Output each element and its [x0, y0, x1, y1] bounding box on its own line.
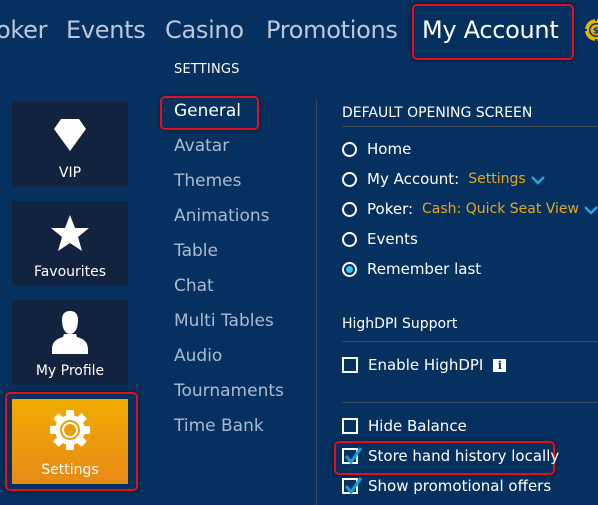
checkbox-show-promotional-offers[interactable]: Show promotional offers	[342, 476, 551, 496]
checkbox-checked[interactable]	[342, 477, 363, 495]
svg-text:$: $	[593, 27, 598, 37]
submenu-avatar[interactable]: Avatar	[174, 135, 229, 157]
checkbox-label: Store hand history locally	[368, 447, 560, 465]
submenu-multi-tables[interactable]: Multi Tables	[174, 310, 274, 332]
tile-label: VIP	[58, 165, 82, 181]
diamond-icon	[52, 116, 88, 156]
submenu-chat[interactable]: Chat	[174, 275, 214, 297]
poker-dropdown-value[interactable]: Cash: Quick Seat View	[422, 201, 579, 217]
radio-button[interactable]	[342, 201, 357, 217]
checkbox-store-hand-history[interactable]: Store hand history locally	[342, 446, 559, 466]
star-icon	[50, 213, 90, 257]
radio-home[interactable]: Home	[342, 139, 411, 159]
section-divider	[342, 341, 598, 342]
checkbox[interactable]	[342, 357, 358, 373]
radio-button-selected[interactable]	[342, 261, 357, 277]
tile-label: Favourites	[33, 264, 107, 280]
checkbox-label: Show promotional offers	[368, 477, 552, 495]
submenu-table[interactable]: Table	[174, 240, 218, 262]
settings-section-label: SETTINGS	[174, 62, 240, 77]
checkbox-enable-highdpi[interactable]: Enable HighDPI i	[342, 355, 507, 375]
tile-favourites[interactable]: Favourites	[12, 201, 128, 286]
checkbox-label: Enable HighDPI	[368, 356, 484, 374]
nav-my-account[interactable]: My Account	[422, 12, 559, 48]
submenu-audio[interactable]: Audio	[174, 345, 222, 367]
radio-label: My Account:	[367, 170, 460, 188]
user-icon	[50, 310, 90, 360]
radio-button[interactable]	[342, 231, 357, 247]
checkmark-icon	[344, 477, 363, 495]
section-divider	[342, 402, 598, 403]
radio-label: Poker:	[367, 200, 414, 218]
section-divider	[342, 126, 598, 127]
chevron-down-icon[interactable]	[530, 170, 545, 189]
tile-label: Settings	[41, 462, 99, 478]
radio-label: Events	[367, 230, 418, 248]
tile-vip[interactable]: VIP	[12, 102, 128, 187]
chevron-down-icon[interactable]	[584, 200, 598, 219]
tile-label: My Profile	[35, 363, 105, 379]
radio-events[interactable]: Events	[342, 229, 418, 249]
tile-my-profile[interactable]: My Profile	[12, 300, 128, 385]
radio-label: Remember last	[367, 260, 482, 278]
submenu-themes[interactable]: Themes	[174, 170, 242, 192]
radio-my-account[interactable]: My Account: Settings	[342, 169, 545, 189]
checkbox[interactable]	[342, 418, 358, 434]
submenu-tournaments[interactable]: Tournaments	[174, 380, 284, 402]
checkbox-label: Hide Balance	[368, 417, 467, 435]
gear-icon	[49, 409, 91, 455]
radio-button[interactable]	[342, 141, 357, 157]
nav-promotions[interactable]: Promotions	[266, 12, 398, 48]
default-opening-screen-heading: DEFAULT OPENING SCREEN	[342, 105, 533, 121]
tile-settings[interactable]: Settings	[12, 399, 128, 484]
checkmark-icon	[344, 447, 363, 465]
nav-poker[interactable]: oker	[0, 12, 47, 48]
nav-events[interactable]: Events	[66, 12, 146, 48]
radio-button[interactable]	[342, 171, 357, 187]
checkbox-hide-balance[interactable]: Hide Balance	[342, 416, 467, 436]
radio-poker[interactable]: Poker: Cash: Quick Seat View	[342, 199, 598, 219]
radio-label: Home	[367, 140, 412, 158]
my-account-dropdown-value[interactable]: Settings	[468, 171, 525, 187]
submenu-general[interactable]: General	[174, 100, 241, 122]
info-icon[interactable]: i	[493, 358, 507, 372]
submenu-animations[interactable]: Animations	[174, 205, 270, 227]
radio-remember-last[interactable]: Remember last	[342, 259, 481, 279]
submenu-time-bank[interactable]: Time Bank	[174, 415, 264, 437]
nav-casino[interactable]: Casino	[165, 12, 244, 48]
vertical-divider	[316, 100, 317, 505]
casino-chip-icon[interactable]: $	[584, 18, 598, 46]
highdpi-heading: HighDPI Support	[342, 316, 458, 332]
checkbox-checked[interactable]	[342, 447, 363, 465]
